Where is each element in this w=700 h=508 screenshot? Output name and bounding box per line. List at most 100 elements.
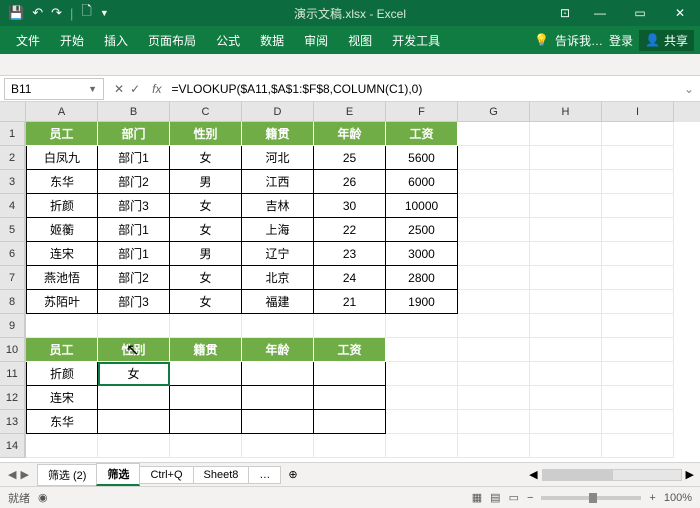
cell[interactable] bbox=[386, 362, 458, 386]
cell[interactable] bbox=[458, 242, 530, 266]
cell[interactable] bbox=[530, 170, 602, 194]
cell[interactable]: 员工 bbox=[26, 338, 98, 362]
save-icon[interactable]: 💾 bbox=[8, 5, 24, 21]
cell[interactable]: 部门 bbox=[98, 122, 170, 146]
cell[interactable] bbox=[98, 386, 170, 410]
cell[interactable] bbox=[242, 386, 314, 410]
cell[interactable]: 工资 bbox=[386, 122, 458, 146]
cell[interactable] bbox=[530, 290, 602, 314]
tab-dev[interactable]: 开发工具 bbox=[382, 26, 450, 54]
cell[interactable] bbox=[530, 194, 602, 218]
cell[interactable]: 30 bbox=[314, 194, 386, 218]
cell[interactable]: 籍贯 bbox=[170, 338, 242, 362]
col-head[interactable]: C bbox=[170, 102, 242, 122]
cell[interactable] bbox=[386, 314, 458, 338]
hscroll-left-icon[interactable]: ◀ bbox=[529, 468, 537, 481]
cell[interactable] bbox=[602, 290, 674, 314]
cell[interactable]: 女 bbox=[170, 218, 242, 242]
select-all-corner[interactable] bbox=[0, 102, 26, 122]
cell[interactable] bbox=[242, 314, 314, 338]
cell[interactable]: 女 bbox=[170, 194, 242, 218]
cell[interactable]: 2500 bbox=[386, 218, 458, 242]
cell[interactable]: 2800 bbox=[386, 266, 458, 290]
cell[interactable]: 员工 bbox=[26, 122, 98, 146]
cell[interactable] bbox=[170, 362, 242, 386]
cell[interactable]: 年龄 bbox=[314, 122, 386, 146]
cell[interactable] bbox=[530, 362, 602, 386]
cell[interactable] bbox=[602, 170, 674, 194]
cell[interactable] bbox=[26, 434, 98, 458]
row-head[interactable]: 10 bbox=[0, 338, 25, 362]
zoom-out-icon[interactable]: − bbox=[527, 492, 533, 504]
row-head[interactable]: 7 bbox=[0, 266, 25, 290]
cell[interactable] bbox=[602, 146, 674, 170]
tab-formula[interactable]: 公式 bbox=[206, 26, 250, 54]
cell[interactable]: 10000 bbox=[386, 194, 458, 218]
formula-cancel-icon[interactable]: ✕ bbox=[114, 82, 124, 96]
cell[interactable]: 部门1 bbox=[98, 242, 170, 266]
view-normal-icon[interactable]: ▦ bbox=[472, 491, 482, 504]
name-box[interactable]: B11▼ bbox=[4, 78, 104, 100]
spreadsheet-grid[interactable]: 1234567891011121314 ABCDEFGHI 员工部门性别籍贯年龄… bbox=[0, 102, 700, 462]
cell[interactable] bbox=[458, 266, 530, 290]
macro-record-icon[interactable]: ◉ bbox=[38, 491, 48, 504]
cell[interactable] bbox=[602, 410, 674, 434]
cell[interactable] bbox=[386, 386, 458, 410]
row-head[interactable]: 12 bbox=[0, 386, 25, 410]
cell[interactable]: 25 bbox=[314, 146, 386, 170]
cell[interactable]: 女 bbox=[98, 362, 170, 386]
cell[interactable] bbox=[458, 122, 530, 146]
cell[interactable] bbox=[530, 146, 602, 170]
cell[interactable]: 6000 bbox=[386, 170, 458, 194]
cell[interactable]: 女 bbox=[170, 146, 242, 170]
col-head[interactable]: B bbox=[98, 102, 170, 122]
qat-dropdown-icon[interactable]: ▼ bbox=[100, 8, 109, 18]
cell[interactable]: 河北 bbox=[242, 146, 314, 170]
cell[interactable] bbox=[530, 266, 602, 290]
cell[interactable] bbox=[242, 434, 314, 458]
sheet-nav-right-icon[interactable]: ▶ bbox=[20, 468, 28, 481]
formula-input[interactable] bbox=[167, 78, 677, 100]
cell[interactable]: 部门3 bbox=[98, 290, 170, 314]
formula-enter-icon[interactable]: ✓ bbox=[130, 82, 140, 96]
cell[interactable]: 苏陌叶 bbox=[26, 290, 98, 314]
row-head[interactable]: 13 bbox=[0, 410, 25, 434]
hscroll-thumb[interactable] bbox=[543, 470, 613, 480]
zoom-in-icon[interactable]: + bbox=[649, 492, 655, 504]
tab-review[interactable]: 审阅 bbox=[294, 26, 338, 54]
sheet-tab-more[interactable]: … bbox=[248, 466, 281, 484]
cell[interactable] bbox=[386, 410, 458, 434]
cell[interactable]: 24 bbox=[314, 266, 386, 290]
row-head[interactable]: 14 bbox=[0, 434, 25, 458]
cell[interactable] bbox=[386, 338, 458, 362]
cell[interactable] bbox=[242, 362, 314, 386]
cell[interactable]: 折颜 bbox=[26, 194, 98, 218]
cell[interactable]: 3000 bbox=[386, 242, 458, 266]
cell[interactable] bbox=[458, 218, 530, 242]
cell[interactable]: 东华 bbox=[26, 410, 98, 434]
cell[interactable]: 姬蘅 bbox=[26, 218, 98, 242]
cell[interactable] bbox=[314, 434, 386, 458]
cell[interactable]: 21 bbox=[314, 290, 386, 314]
cell[interactable] bbox=[314, 410, 386, 434]
sheet-tab-3[interactable]: Ctrl+Q bbox=[139, 466, 193, 484]
row-head[interactable]: 6 bbox=[0, 242, 25, 266]
share-button[interactable]: 👤 共享 bbox=[639, 30, 694, 51]
tab-data[interactable]: 数据 bbox=[250, 26, 294, 54]
cell[interactable] bbox=[314, 362, 386, 386]
cell[interactable] bbox=[242, 410, 314, 434]
cell[interactable]: 22 bbox=[314, 218, 386, 242]
cell[interactable]: 性别 bbox=[98, 338, 170, 362]
cell[interactable] bbox=[314, 386, 386, 410]
cell[interactable] bbox=[386, 434, 458, 458]
cell[interactable] bbox=[602, 242, 674, 266]
cell[interactable]: 女 bbox=[170, 290, 242, 314]
cell[interactable] bbox=[458, 362, 530, 386]
cell[interactable] bbox=[530, 314, 602, 338]
cell[interactable] bbox=[458, 170, 530, 194]
row-head[interactable]: 1 bbox=[0, 122, 25, 146]
cell[interactable] bbox=[170, 314, 242, 338]
undo-icon[interactable]: ↶ bbox=[32, 5, 43, 21]
sheet-nav-left-icon[interactable]: ◀ bbox=[8, 468, 16, 481]
cell[interactable]: 5600 bbox=[386, 146, 458, 170]
